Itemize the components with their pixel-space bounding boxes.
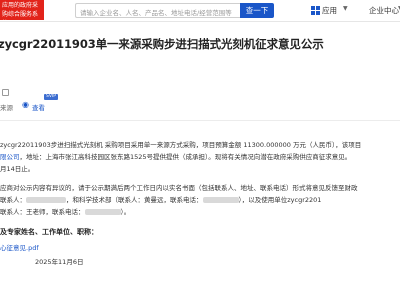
- paragraph-text: 联系人：: [0, 196, 26, 204]
- page-title: zycgr22011903单一来源采购步进扫描式光刻机征求意见公示: [0, 37, 324, 51]
- search-input[interactable]: 请输入企业名、人名、产品名、地址电话/经营范围等: [75, 3, 240, 18]
- paragraph-line: zycgr22011903步进扫描式光刻机 采购项目采用单一来源方式采购，项目预…: [0, 141, 362, 149]
- app-menu-label[interactable]: 应用: [322, 5, 337, 16]
- chevron-down-icon[interactable]: ▼: [343, 5, 348, 12]
- paragraph-text: ），以及使用单位zycgr2201: [238, 196, 322, 204]
- source-label: 来源: [0, 104, 13, 112]
- grid-icon[interactable]: [311, 6, 320, 15]
- redacted-text: [26, 197, 66, 203]
- site-logo[interactable]: 应用的政府采购综合服务系统: [0, 0, 44, 20]
- paragraph-line: 联系人： ，和科学技术部（联系人：黄曼远，联系电话： ），以及使用单位zycgr22…: [0, 196, 321, 206]
- divider: [0, 120, 400, 121]
- section-heading: 及专家姓名、工作单位、职称：: [0, 228, 98, 236]
- paragraph-text: ）。: [120, 208, 131, 216]
- paragraph-line: 月14日止。: [0, 165, 35, 173]
- document-icon: [2, 89, 9, 96]
- paragraph-text: ，和科学技术部（联系人：黄曼远，联系电话：: [66, 196, 203, 204]
- publish-date: 2025年11月6日: [35, 258, 84, 266]
- paragraph-line: 联系人：王老师，联系电话： ）。: [0, 208, 130, 218]
- search-button[interactable]: 查一下: [240, 3, 274, 18]
- top-header: 应用的政府采购综合服务系统 请输入企业名、人名、产品名、地址电话/经营范围等 查…: [0, 0, 400, 22]
- company-link[interactable]: 限公司: [0, 153, 20, 161]
- paragraph-text: ，地址：上海市张江高科技园区张东路1525号提供提供（成承担）。现将有关情况向潜…: [19, 153, 352, 161]
- svip-badge: SVIP: [44, 94, 58, 100]
- paragraph-line: 限公司，地址：上海市张江高科技园区张东路1525号提供提供（成承担）。现将有关情…: [0, 153, 351, 163]
- paragraph-line: 应商对公示内容有异议的，请于公示期满后两个工作日内以实名书面（包括联系人、地址、…: [0, 184, 358, 192]
- redacted-text: [202, 197, 239, 203]
- enterprise-center-link[interactable]: 企业中心: [369, 5, 399, 16]
- view-link[interactable]: 查看: [32, 102, 45, 112]
- attachment-link[interactable]: 心征意见.pdf: [0, 242, 39, 252]
- paragraph-text: 联系人：王老师，联系电话：: [0, 208, 85, 216]
- redacted-text: [84, 209, 121, 215]
- eye-icon[interactable]: ◉: [22, 100, 29, 109]
